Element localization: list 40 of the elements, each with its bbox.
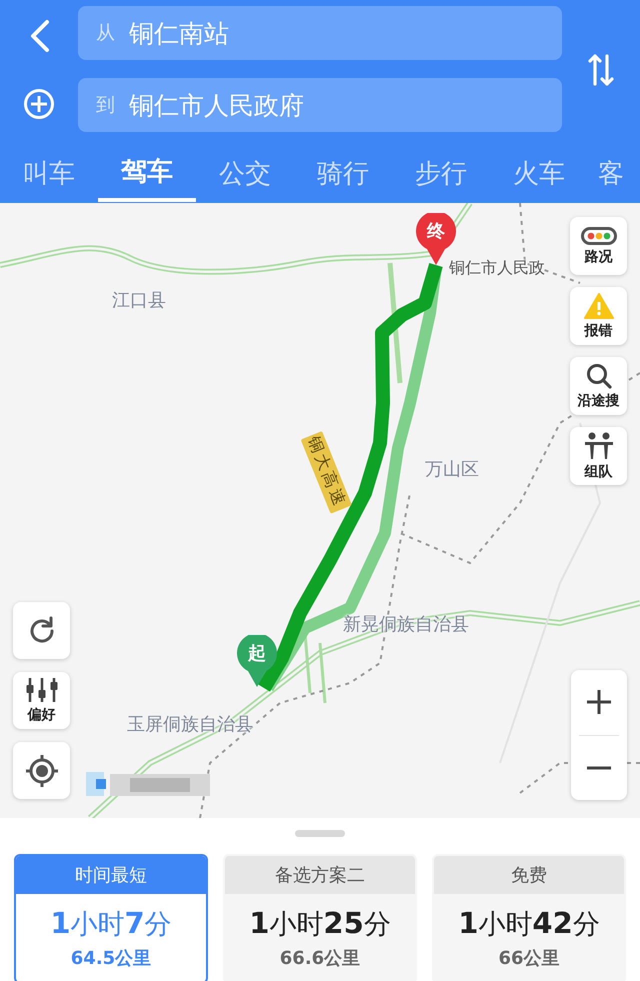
- route-duration: 1小时42分: [458, 906, 600, 942]
- route-title: 备选方案二: [225, 856, 415, 894]
- mode-tab[interactable]: 公交: [196, 144, 294, 202]
- report-button[interactable]: 报错: [570, 287, 627, 345]
- swap-icon[interactable]: [588, 52, 614, 88]
- mode-tab[interactable]: 骑行: [294, 144, 392, 202]
- route-distance: 66.6公里: [280, 947, 360, 970]
- search-button[interactable]: 沿途搜: [570, 357, 627, 415]
- mode-tab[interactable]: 客: [588, 144, 638, 202]
- route-distance: 64.5公里: [70, 947, 152, 970]
- route-card[interactable]: 时间最短 1小时7分 64.5公里: [14, 854, 208, 981]
- add-stop-icon[interactable]: [23, 88, 55, 120]
- sliders-icon: [24, 677, 58, 703]
- locate-button[interactable]: [13, 742, 70, 799]
- prefs-button[interactable]: 偏好: [13, 672, 70, 729]
- route-title: 免费: [434, 856, 624, 894]
- mode-tab[interactable]: 火车: [490, 144, 588, 202]
- traffic-button[interactable]: 路况: [570, 217, 627, 275]
- area-label: 江口县: [112, 289, 166, 312]
- mode-tab[interactable]: 步行: [392, 144, 490, 202]
- mode-tab[interactable]: 叫车: [0, 144, 98, 202]
- area-label: 万山区: [425, 458, 479, 481]
- team-button[interactable]: 组队: [570, 427, 627, 485]
- route-card[interactable]: 免费 1小时42分 66公里: [432, 854, 626, 981]
- route-title: 时间最短: [16, 856, 206, 894]
- route-duration: 1小时7分: [50, 906, 172, 942]
- route-duration: 1小时25分: [249, 906, 391, 942]
- drag-handle[interactable]: [295, 830, 345, 837]
- to-field[interactable]: 到 铜仁市人民政府: [78, 78, 562, 132]
- route-card[interactable]: 备选方案二 1小时25分 66.6公里: [223, 854, 417, 981]
- locate-icon: [24, 752, 60, 788]
- from-field[interactable]: 从 铜仁南站: [78, 6, 562, 60]
- search-icon: [586, 362, 612, 388]
- route-distance: 66公里: [498, 947, 560, 970]
- road-label: 铜大高速: [300, 431, 352, 514]
- warning-icon: [584, 292, 614, 318]
- two-people-icon: [584, 432, 614, 460]
- traffic-light-icon: [580, 226, 616, 244]
- start-pin: 起: [236, 635, 278, 687]
- refresh-button[interactable]: [13, 602, 70, 659]
